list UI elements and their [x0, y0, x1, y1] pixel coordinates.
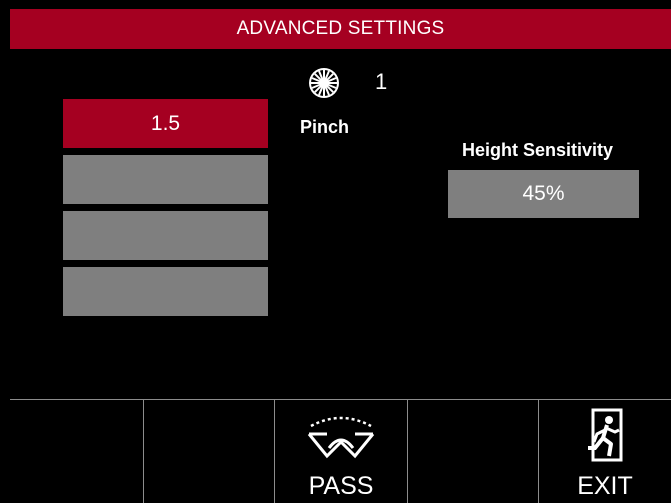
exit-button-label: EXIT	[577, 472, 633, 500]
height-sensitivity-value: 45%	[522, 182, 565, 205]
pinch-option[interactable]	[63, 267, 268, 316]
pinch-option[interactable]	[63, 155, 268, 204]
pass-button-label: PASS	[308, 472, 374, 500]
footer-button-2[interactable]	[144, 400, 275, 503]
pass-icon	[307, 416, 375, 459]
height-sensitivity-value-button[interactable]: 45%	[448, 170, 639, 218]
wheel-icon	[309, 68, 339, 98]
page-title-bar: ADVANCED SETTINGS	[10, 9, 671, 49]
pinch-label: Pinch	[300, 117, 350, 137]
pinch-option[interactable]	[63, 211, 268, 260]
exit-icon	[588, 408, 623, 462]
footer-bar: PASS EXIT	[10, 399, 671, 503]
wheel-count: 1	[375, 69, 388, 94]
pass-button[interactable]: PASS	[275, 400, 408, 503]
page-title: ADVANCED SETTINGS	[236, 18, 445, 39]
exit-button[interactable]: EXIT	[539, 400, 671, 503]
footer-button-4[interactable]	[408, 400, 539, 503]
height-sensitivity-label: Height Sensitivity	[462, 140, 614, 160]
footer-button-1[interactable]	[10, 400, 144, 503]
pinch-option-selected[interactable]: 1.5	[63, 99, 268, 148]
pinch-option-label: 1.5	[150, 111, 181, 135]
